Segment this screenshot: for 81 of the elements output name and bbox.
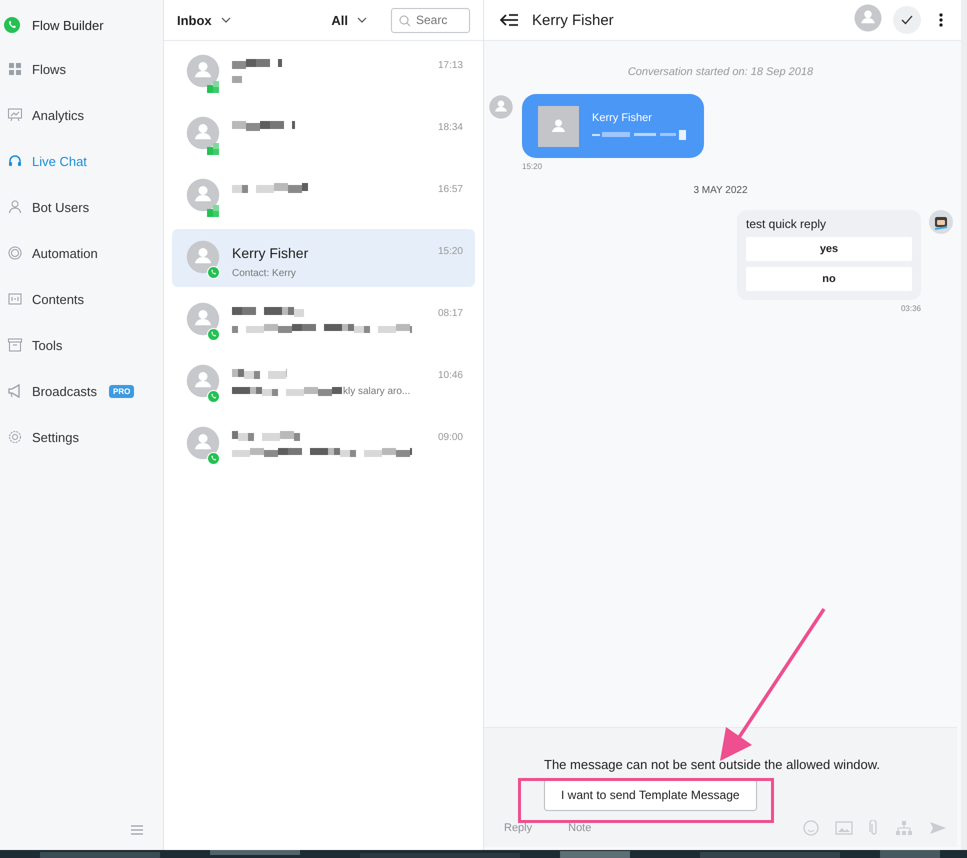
avatar-icon xyxy=(185,363,221,399)
template-message-button[interactable]: I want to send Template Message xyxy=(544,779,757,811)
avatar-icon xyxy=(185,177,221,213)
send-icon[interactable] xyxy=(929,821,947,835)
whatsapp-badge-icon xyxy=(207,390,220,403)
pro-badge: PRO xyxy=(109,384,134,398)
more-options-icon[interactable] xyxy=(939,13,943,27)
pixelated-badge-drawing xyxy=(207,203,219,217)
grid-icon xyxy=(7,61,23,77)
contact-name: Kerry Fisher xyxy=(532,12,614,28)
resolve-button[interactable] xyxy=(893,6,921,34)
contact-name: Kerry Fisher xyxy=(232,245,310,261)
archive-box-icon xyxy=(7,337,23,353)
chart-board-icon xyxy=(7,107,23,123)
quick-reply-option[interactable]: no xyxy=(746,267,912,291)
avatar-icon xyxy=(488,94,514,120)
collapse-list-icon[interactable] xyxy=(500,13,518,27)
pixelated-badge-drawing xyxy=(207,79,219,93)
avatar-icon[interactable] xyxy=(853,2,883,32)
filter-dropdown[interactable]: All xyxy=(331,12,367,28)
bot-avatar-icon xyxy=(929,210,953,234)
whatsapp-badge-icon xyxy=(207,266,220,279)
menu-icon[interactable] xyxy=(131,825,143,835)
chevron-down-icon xyxy=(220,17,231,23)
whatsapp-badge-icon xyxy=(207,452,220,465)
avatar-icon xyxy=(185,425,221,461)
sidebar-item[interactable]: Settings xyxy=(0,414,163,460)
sidebar-item[interactable]: Contents xyxy=(0,276,163,322)
chat-bubble-logo-icon xyxy=(3,16,21,34)
timestamp: 18:34 xyxy=(438,121,463,133)
timestamp: 15:20 xyxy=(522,162,544,171)
conversation-item[interactable]: Kerry Fisher Contact: Kerry 15:20 xyxy=(172,229,475,287)
timestamp: 09:00 xyxy=(438,431,463,443)
avatar-icon xyxy=(185,53,221,89)
pixelated-badge-drawing xyxy=(207,141,219,155)
search-field[interactable]: Searc xyxy=(391,8,470,32)
pixelated-text-drawing xyxy=(232,431,300,441)
sidebar-item[interactable]: Automation xyxy=(0,230,163,276)
pixelated-text-drawing xyxy=(232,59,282,69)
sidebar-item[interactable]: Broadcasts PRO xyxy=(0,368,163,414)
pixelated-text-drawing xyxy=(232,369,287,379)
settings-icon xyxy=(7,429,23,445)
document-icon xyxy=(7,291,23,307)
contact-name: Kerry Fisher xyxy=(592,112,653,124)
emoji-icon[interactable] xyxy=(803,820,819,836)
contact-photo-icon xyxy=(538,106,579,146)
image-icon[interactable] xyxy=(835,821,853,835)
sidebar-item[interactable]: Tools xyxy=(0,322,163,368)
chevron-down-icon xyxy=(357,17,367,23)
timestamp: 17:13 xyxy=(438,59,463,71)
date-separator: 3 MAY 2022 xyxy=(692,185,749,196)
paperclip-icon[interactable] xyxy=(869,820,879,836)
message-text: test quick reply xyxy=(746,217,828,231)
sidebar-item[interactable]: Analytics xyxy=(0,92,163,138)
checkmark-icon xyxy=(901,15,913,25)
conversation-start-note: Conversation started on: 18 Sep 2018 xyxy=(626,66,814,78)
sidebar-item[interactable]: Flows xyxy=(0,46,163,92)
ring-icon xyxy=(7,245,23,261)
message-preview: Contact: Kerry xyxy=(232,268,297,279)
app-name: Flow Builder xyxy=(32,18,104,32)
avatar-icon xyxy=(185,115,221,151)
hierarchy-icon[interactable] xyxy=(895,820,913,836)
whatsapp-badge-icon xyxy=(207,328,220,341)
folder-dropdown[interactable]: Inbox xyxy=(177,12,231,28)
warning-message: The message can not be sent outside the allowed window. xyxy=(544,757,880,772)
timestamp: 15:20 xyxy=(438,245,463,257)
timestamp: 16:57 xyxy=(438,183,463,195)
headset-icon xyxy=(7,153,23,169)
sidebar-item[interactable]: Bot Users xyxy=(0,184,163,230)
pixelated-text-drawing xyxy=(232,121,295,131)
message-preview: kly salary aro... xyxy=(343,386,410,397)
pixelated-text-drawing xyxy=(232,307,304,317)
timestamp: 03:36 xyxy=(900,304,921,313)
search-icon xyxy=(399,14,411,26)
quick-reply-option[interactable]: yes xyxy=(746,237,912,261)
avatar-icon xyxy=(185,239,221,275)
timestamp: 08:17 xyxy=(438,307,463,319)
timestamp: 10:46 xyxy=(438,369,463,381)
user-icon xyxy=(7,199,23,215)
avatar-icon xyxy=(185,301,221,337)
conversation-item[interactable]: kly salary aro... 10:46 xyxy=(172,353,475,411)
